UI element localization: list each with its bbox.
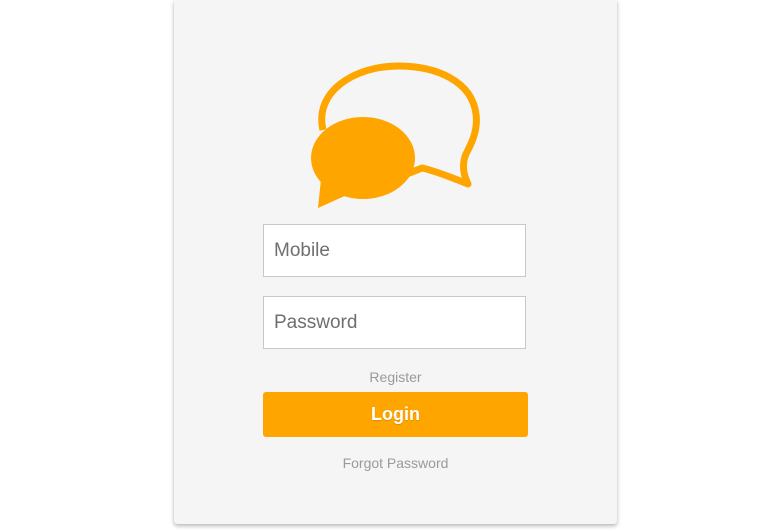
login-card: Register Login Forgot Password	[174, 0, 617, 524]
mobile-input[interactable]	[263, 224, 526, 277]
register-link[interactable]: Register	[174, 369, 617, 385]
password-input[interactable]	[263, 296, 526, 349]
login-button[interactable]: Login	[263, 392, 528, 437]
forgot-password-link[interactable]: Forgot Password	[174, 455, 617, 471]
chat-bubbles-icon	[311, 62, 480, 208]
